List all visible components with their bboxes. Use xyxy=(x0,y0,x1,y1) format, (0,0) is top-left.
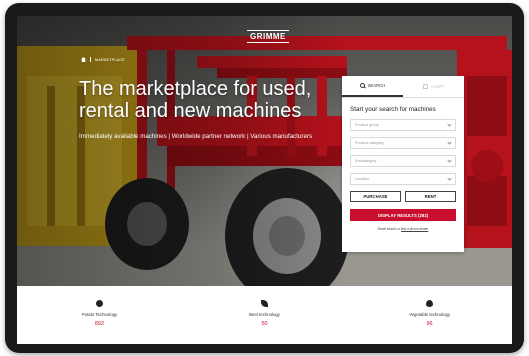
breadcrumb-separator xyxy=(90,57,91,62)
chevron-down-icon xyxy=(447,121,452,127)
find-dealer-link[interactable]: find a phone dealer xyxy=(401,227,428,231)
stat-beet[interactable]: Beet technology 50 xyxy=(182,286,347,344)
category-stats: Potato Technology 892 Beet technology 50… xyxy=(17,286,512,344)
potato-icon xyxy=(96,300,103,307)
stat-count: 892 xyxy=(94,321,105,327)
tab-search-label: SEARCH xyxy=(367,83,386,88)
subcategory-placeholder: Subcategory xyxy=(355,159,377,163)
hero-overlay xyxy=(17,16,347,286)
breadcrumb-current: MARKETPLACE xyxy=(95,57,125,62)
display-results-button[interactable]: DISPLAY RESULTS (282) xyxy=(350,209,456,221)
reset-search-text: Reset search or find a phone dealer xyxy=(350,227,456,231)
chevron-down-icon xyxy=(447,139,452,145)
reset-prefix: Reset search or xyxy=(377,227,401,231)
home-icon[interactable] xyxy=(81,57,86,62)
screen: GRIMME MARKETPLACE The marketplace for u… xyxy=(17,16,512,344)
search-heading: Start your search for machines xyxy=(350,106,436,113)
vegetable-icon xyxy=(426,300,433,307)
stat-label: Potato Technology xyxy=(81,312,118,317)
search-panel: SEARCH ALERT Start your search for machi… xyxy=(342,76,464,252)
chevron-down-icon xyxy=(447,175,452,181)
search-icon xyxy=(359,83,365,88)
laptop-frame: GRIMME MARKETPLACE The marketplace for u… xyxy=(5,3,524,353)
brand-logo[interactable]: GRIMME xyxy=(247,30,289,43)
product-group-select[interactable]: Product group xyxy=(350,119,456,131)
product-category-select[interactable]: Product category xyxy=(350,137,456,149)
search-panel-tabs: SEARCH ALERT xyxy=(342,76,464,98)
chevron-down-icon xyxy=(447,157,452,163)
breadcrumb: MARKETPLACE xyxy=(81,57,125,62)
purchase-rent-toggle: PURCHASE RENT xyxy=(350,191,456,202)
product-category-placeholder: Product category xyxy=(355,141,384,145)
beet-icon xyxy=(261,300,268,307)
tab-search[interactable]: SEARCH xyxy=(342,76,403,97)
rent-button[interactable]: RENT xyxy=(405,191,456,202)
tab-alert-label: ALERT xyxy=(430,84,445,89)
purchase-button[interactable]: PURCHASE xyxy=(350,191,401,202)
hero-section: GRIMME MARKETPLACE The marketplace for u… xyxy=(17,16,512,286)
stat-label: Vegetable technology xyxy=(408,312,451,317)
stat-potato[interactable]: Potato Technology 892 xyxy=(17,286,182,344)
subcategory-select[interactable]: Subcategory xyxy=(350,155,456,167)
location-placeholder: Location xyxy=(355,177,370,181)
product-group-placeholder: Product group xyxy=(355,123,379,127)
bell-icon xyxy=(422,84,428,89)
tab-alert[interactable]: ALERT xyxy=(403,76,464,97)
stat-count: 96 xyxy=(426,321,433,327)
stat-vegetable[interactable]: Vegetable technology 96 xyxy=(347,286,512,344)
page-title: The marketplace for used, rental and new… xyxy=(79,78,312,122)
stat-label: Beet technology xyxy=(249,312,280,317)
hero-subtitle: Immediately available machines | Worldwi… xyxy=(79,133,313,140)
stat-count: 50 xyxy=(261,321,268,327)
location-select[interactable]: Location xyxy=(350,173,456,185)
